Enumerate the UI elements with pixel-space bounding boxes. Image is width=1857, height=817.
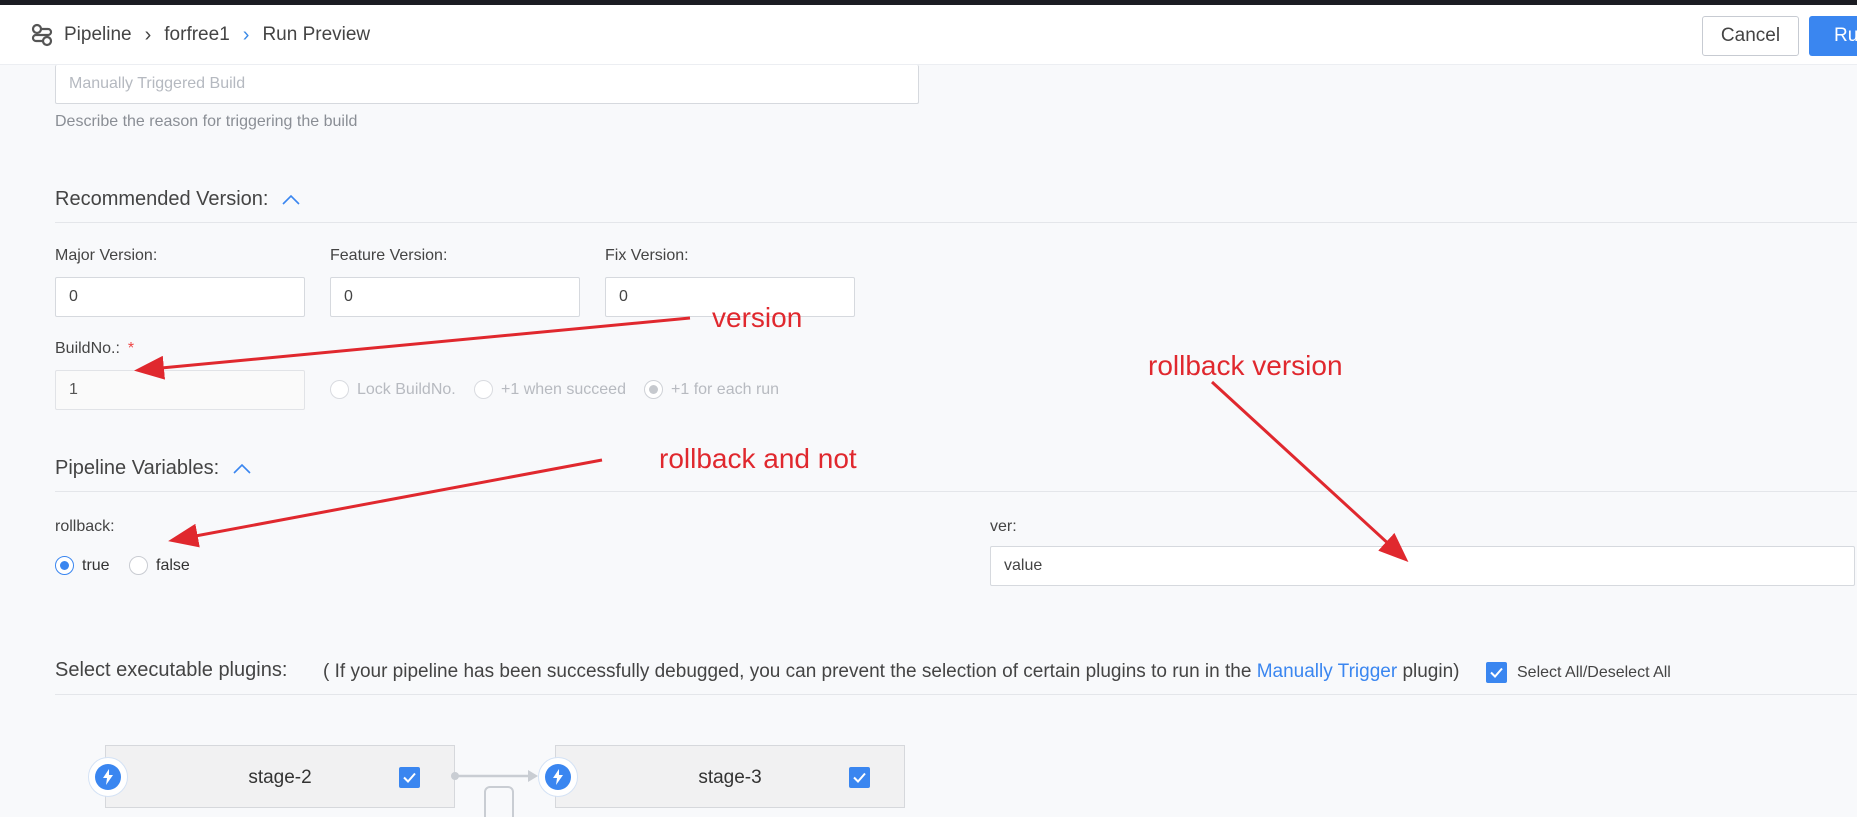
radio-label: +1 when succeed [501,380,626,398]
cancel-button[interactable]: Cancel [1702,16,1799,56]
rollback-label: rollback: [55,518,115,535]
radio-label: +1 for each run [671,380,780,398]
radio-circle [330,380,349,399]
stage-checkbox[interactable] [849,767,870,788]
annotation-rollback-and-not: rollback and not [659,443,857,474]
section-divider [55,694,1857,695]
radio-circle [474,380,493,399]
radio-circle-selected [644,380,663,399]
breadcrumb-forfree1[interactable]: forfree1 [164,24,229,46]
arrow-to-ver [1210,380,1409,563]
select-all-checkbox[interactable]: Select All/Deselect All [1486,662,1671,683]
feature-version-input[interactable]: 0 [330,277,580,317]
breadcrumb: Pipeline › forfree1 › Run Preview [28,5,370,65]
fix-version-label: Fix Version: [605,247,689,264]
section-divider [55,491,1857,492]
pipeline-icon [31,23,53,47]
annotation-rollback-version: rollback version [1148,350,1343,381]
plugins-title: Select executable plugins: [55,659,288,681]
pipeline-variables-title: Pipeline Variables: [55,457,220,479]
plugins-note: ( If your pipeline has been successfully… [323,661,1459,683]
chevron-right-icon: › [144,23,152,46]
build-message-input[interactable]: Manually Triggered Build [55,65,919,104]
stage-card[interactable]: stage-3 [555,745,905,808]
chevron-right-icon: › [242,23,250,46]
build-message-hint: Describe the reason for triggering the b… [55,113,358,130]
pipeline-variables-header[interactable]: Pipeline Variables: [55,457,251,480]
ver-label: ver: [990,518,1017,535]
radio-label: true [82,556,110,574]
radio-lock-buildno: Lock BuildNo. [330,380,456,399]
recommended-version-header[interactable]: Recommended Version: [55,188,301,211]
buildno-label-text: BuildNo.: [55,340,120,357]
major-version-label: Major Version: [55,247,158,264]
header-bar: Pipeline › forfree1 › Run Preview Cancel… [0,5,1857,65]
radio-plus1-succeed: +1 when succeed [474,380,626,399]
checkbox-checked-icon[interactable] [1486,662,1507,683]
radio-label: false [156,556,190,574]
recommended-version-title: Recommended Version: [55,188,269,210]
arrow-to-buildno [134,316,691,380]
stage-card[interactable]: stage-2 [105,745,455,808]
lightning-icon [538,757,578,797]
feature-version-label: Feature Version: [330,247,448,264]
buildno-input: 1 [55,370,305,410]
radio-plus1-each-run: +1 for each run [644,380,779,399]
radio-label: Lock BuildNo. [357,380,456,398]
build-message-placeholder: Manually Triggered Build [69,75,246,92]
ver-input[interactable]: value [990,546,1855,586]
radio-rollback-false[interactable]: false [129,556,190,575]
select-all-label: Select All/Deselect All [1517,663,1671,681]
run-button[interactable]: Run [1809,16,1857,56]
major-version-input[interactable]: 0 [55,277,305,317]
buildno-label: BuildNo.: * [55,340,134,358]
manually-trigger-link[interactable]: Manually Trigger [1257,661,1397,682]
breadcrumb-run-preview: Run Preview [262,24,371,45]
section-divider [55,222,1857,223]
chevron-up-icon[interactable] [233,463,251,474]
plugins-note-prefix: ( If your pipeline has been successfully… [323,661,1252,682]
plugins-note-suffix: plugin) [1402,661,1460,682]
stage-checkbox[interactable] [399,767,420,788]
breadcrumb-pipeline[interactable]: Pipeline [64,24,132,46]
radio-circle[interactable] [129,556,148,575]
lightning-icon [88,757,128,797]
required-marker: * [127,340,135,357]
radio-circle-selected[interactable] [55,556,74,575]
radio-rollback-true[interactable]: true [55,556,110,575]
annotation-version: version [712,302,803,333]
chevron-up-icon[interactable] [282,194,301,205]
